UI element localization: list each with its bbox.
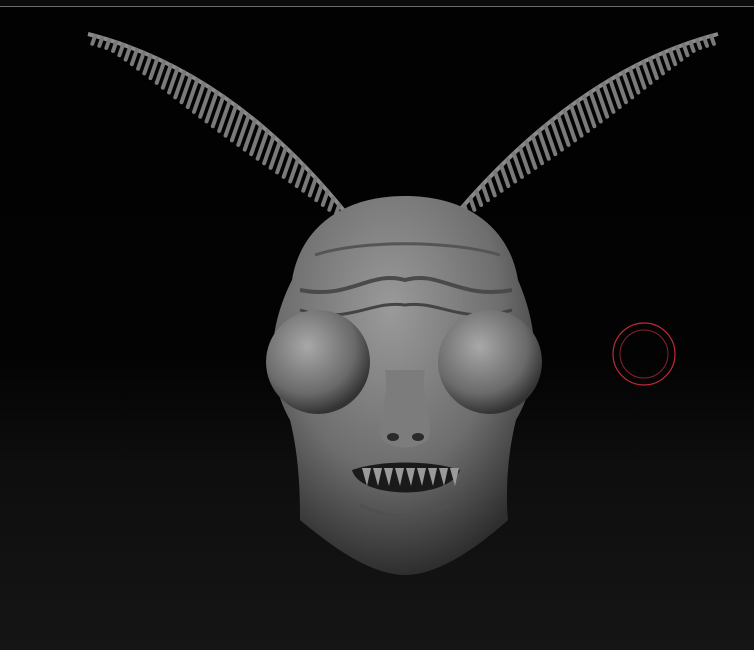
antenna-frond (518, 145, 531, 175)
antenna-frond (634, 63, 647, 90)
antenna-frond (142, 53, 153, 76)
antenna-frond (136, 50, 146, 71)
antenna-frond (294, 163, 306, 189)
left-eye (266, 310, 370, 414)
antenna-frond (641, 59, 653, 85)
antenna-frond (154, 59, 167, 85)
antenna-frond (654, 53, 665, 76)
right-nostril (412, 433, 424, 441)
antenna-frond (327, 196, 336, 212)
right-eye (438, 310, 542, 414)
antenna-frond (668, 47, 678, 67)
antenna-frond (702, 35, 710, 48)
antenna-frond (288, 157, 300, 184)
antenna-frond (480, 182, 490, 203)
antenna-frond (307, 176, 318, 198)
sculpt-canvas[interactable] (0, 0, 754, 650)
left-nostril (387, 433, 399, 441)
antenna-frond (117, 42, 126, 58)
antenna-frond (129, 47, 139, 67)
antenna-frond (123, 45, 132, 62)
antenna-frond (511, 151, 524, 179)
antenna-frond (674, 45, 684, 62)
zbrush-viewport[interactable] (0, 0, 754, 650)
antenna-frond (314, 182, 324, 203)
antenna-frond (104, 37, 112, 50)
antenna-frond (486, 176, 497, 198)
antenna-stalk (456, 32, 719, 214)
left-antenna (87, 32, 347, 217)
antenna-frond (301, 169, 312, 193)
antenna-frond (148, 56, 160, 81)
right-antenna (456, 32, 719, 217)
antenna-frond (281, 151, 294, 179)
brush-cursor-icon (612, 322, 676, 386)
antenna-frond (474, 189, 484, 207)
antenna-frond (320, 189, 330, 207)
antenna-frond (709, 33, 716, 46)
antenna-frond (505, 157, 518, 184)
antenna-frond (695, 37, 703, 50)
antenna-frond (648, 56, 659, 81)
antenna-frond (681, 42, 690, 58)
antenna-frond (688, 40, 696, 53)
antenna-frond (97, 35, 105, 48)
alien-head-model (266, 196, 542, 575)
antenna-frond (492, 169, 504, 193)
antenna-frond (468, 196, 477, 212)
antenna-frond (90, 33, 98, 46)
antenna-frond (499, 163, 511, 189)
antenna-frond (661, 50, 672, 71)
antenna-frond (111, 40, 119, 53)
antenna-frond (160, 63, 173, 90)
